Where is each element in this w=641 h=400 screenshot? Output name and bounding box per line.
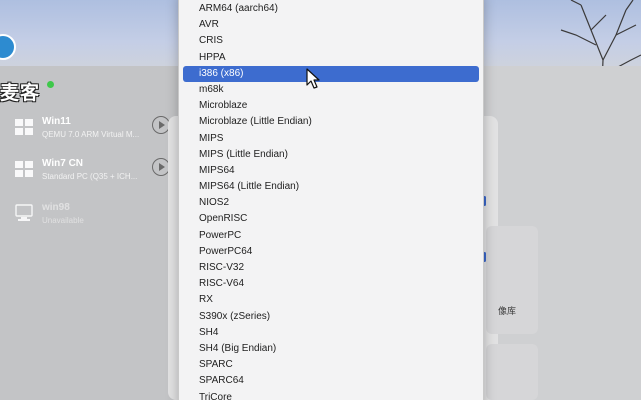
menu-item-arm64[interactable]: ARM64 (aarch64) <box>183 1 479 17</box>
menu-item-mips64-le[interactable]: MIPS64 (Little Endian) <box>183 179 479 195</box>
windows-icon <box>15 119 33 135</box>
vm-description: Standard PC (Q35 + ICH... <box>42 172 138 181</box>
menu-item-microblaze-le[interactable]: Microblaze (Little Endian) <box>183 114 479 130</box>
menu-item-sparc[interactable]: SPARC <box>183 357 479 373</box>
vm-name: win98 <box>42 202 70 213</box>
menu-item-powerpc64[interactable]: PowerPC64 <box>183 244 479 260</box>
menu-item-s390x[interactable]: S390x (zSeries) <box>183 309 479 325</box>
architecture-dropdown-menu[interactable]: ARM64 (aarch64) AVR CRIS HPPA i386 (x86)… <box>178 0 484 400</box>
vm-list-item-win98[interactable]: win98 Unavailable <box>12 200 172 240</box>
vm-list-item-win7-cn[interactable]: Win7 CN Standard PC (Q35 + ICH... <box>12 156 172 196</box>
menu-item-microblaze[interactable]: Microblaze <box>183 98 479 114</box>
menu-item-riscv32[interactable]: RISC-V32 <box>183 260 479 276</box>
vm-description: Unavailable <box>42 216 84 225</box>
mouse-pointer-icon <box>306 68 320 89</box>
menu-item-powerpc[interactable]: PowerPC <box>183 228 479 244</box>
dialog-option-label: 像库 <box>498 306 517 316</box>
menu-item-m68k[interactable]: m68k <box>183 82 479 98</box>
windows-icon <box>15 161 33 177</box>
menu-item-nios2[interactable]: NIOS2 <box>183 195 479 211</box>
menu-item-sparc64[interactable]: SPARC64 <box>183 373 479 389</box>
channel-watermark: 麦客 <box>0 82 41 104</box>
vm-list-item-win11[interactable]: Win11 QEMU 7.0 ARM Virtual M... <box>12 114 172 154</box>
menu-item-rx[interactable]: RX <box>183 292 479 308</box>
vm-description: QEMU 7.0 ARM Virtual M... <box>42 130 140 139</box>
menu-item-mips-le[interactable]: MIPS (Little Endian) <box>183 147 479 163</box>
vm-name: Win11 <box>42 116 71 127</box>
menu-item-cris[interactable]: CRIS <box>183 33 479 49</box>
menu-item-openrisc[interactable]: OpenRISC <box>183 211 479 227</box>
menu-item-sh4[interactable]: SH4 <box>183 325 479 341</box>
menu-item-riscv64[interactable]: RISC-V64 <box>183 276 479 292</box>
menu-item-sh4-be[interactable]: SH4 (Big Endian) <box>183 341 479 357</box>
dialog-option-panel <box>486 226 538 334</box>
menu-item-mips[interactable]: MIPS <box>183 131 479 147</box>
vm-name: Win7 CN <box>42 158 84 169</box>
menu-item-hppa[interactable]: HPPA <box>183 50 479 66</box>
menu-item-tricore[interactable]: TriCore <box>183 390 479 400</box>
computer-icon <box>15 204 33 221</box>
status-dot-icon <box>47 81 54 88</box>
screen: 麦客 Win11 QEMU 7.0 ARM Virtual M... Win7 … <box>0 0 641 400</box>
menu-item-mips64[interactable]: MIPS64 <box>183 163 479 179</box>
dialog-option-panel <box>486 344 538 400</box>
architecture-menu-list: ARM64 (aarch64) AVR CRIS HPPA i386 (x86)… <box>179 1 483 400</box>
menu-item-avr[interactable]: AVR <box>183 17 479 33</box>
menu-item-i386[interactable]: i386 (x86) <box>183 65 479 82</box>
